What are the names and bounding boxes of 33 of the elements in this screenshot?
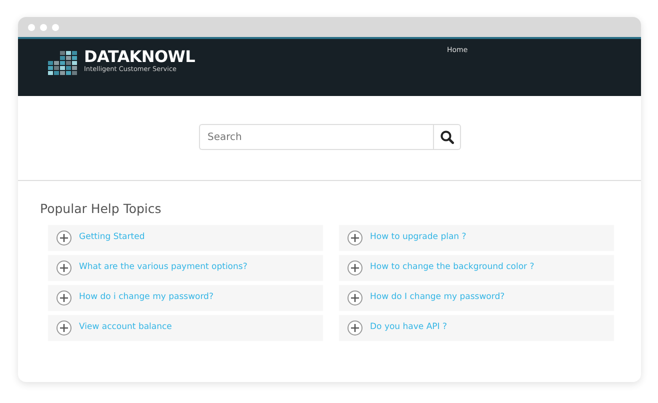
topic-row[interactable]: What are the various payment options?: [48, 254, 323, 281]
topic-row[interactable]: How do I change my password?: [339, 284, 614, 311]
search-icon: [440, 130, 454, 144]
logo-icon: [48, 51, 78, 75]
plus-icon: [56, 260, 72, 276]
topic-link[interactable]: Getting Started: [79, 231, 145, 244]
topic-link[interactable]: How to change the background color ?: [370, 261, 534, 274]
topic-link[interactable]: How do I change my password?: [370, 291, 505, 304]
topic-link[interactable]: What are the various payment options?: [79, 261, 248, 274]
section-title: Popular Help Topics: [40, 200, 162, 218]
topic-row[interactable]: How to upgrade plan ?: [339, 224, 614, 251]
topic-row[interactable]: View account balance: [48, 314, 323, 341]
topic-link[interactable]: How to upgrade plan ?: [370, 231, 466, 244]
window-dot-icon: [28, 24, 35, 30]
search-field[interactable]: Search: [198, 124, 432, 150]
plus-icon: [347, 230, 363, 246]
topic-link[interactable]: How do i change my password?: [79, 291, 214, 304]
search-button[interactable]: [432, 124, 460, 150]
plus-icon: [347, 260, 363, 276]
topic-row[interactable]: How do i change my password?: [48, 284, 323, 311]
plus-icon: [347, 320, 363, 336]
window-dot-icon: [40, 24, 47, 30]
topic-row[interactable]: How to change the background color ?: [339, 254, 614, 281]
topic-link[interactable]: View account balance: [79, 321, 172, 334]
topic-link[interactable]: Do you have API ?: [370, 321, 447, 334]
plus-icon: [347, 290, 363, 306]
window-dot-icon: [52, 24, 59, 30]
plus-icon: [56, 320, 72, 336]
plus-icon: [56, 230, 72, 246]
topic-row[interactable]: Do you have API ?: [339, 314, 614, 341]
plus-icon: [56, 290, 72, 306]
topic-row[interactable]: Getting Started: [48, 224, 323, 251]
brand-name: DATAKNOWL: [84, 48, 196, 65]
